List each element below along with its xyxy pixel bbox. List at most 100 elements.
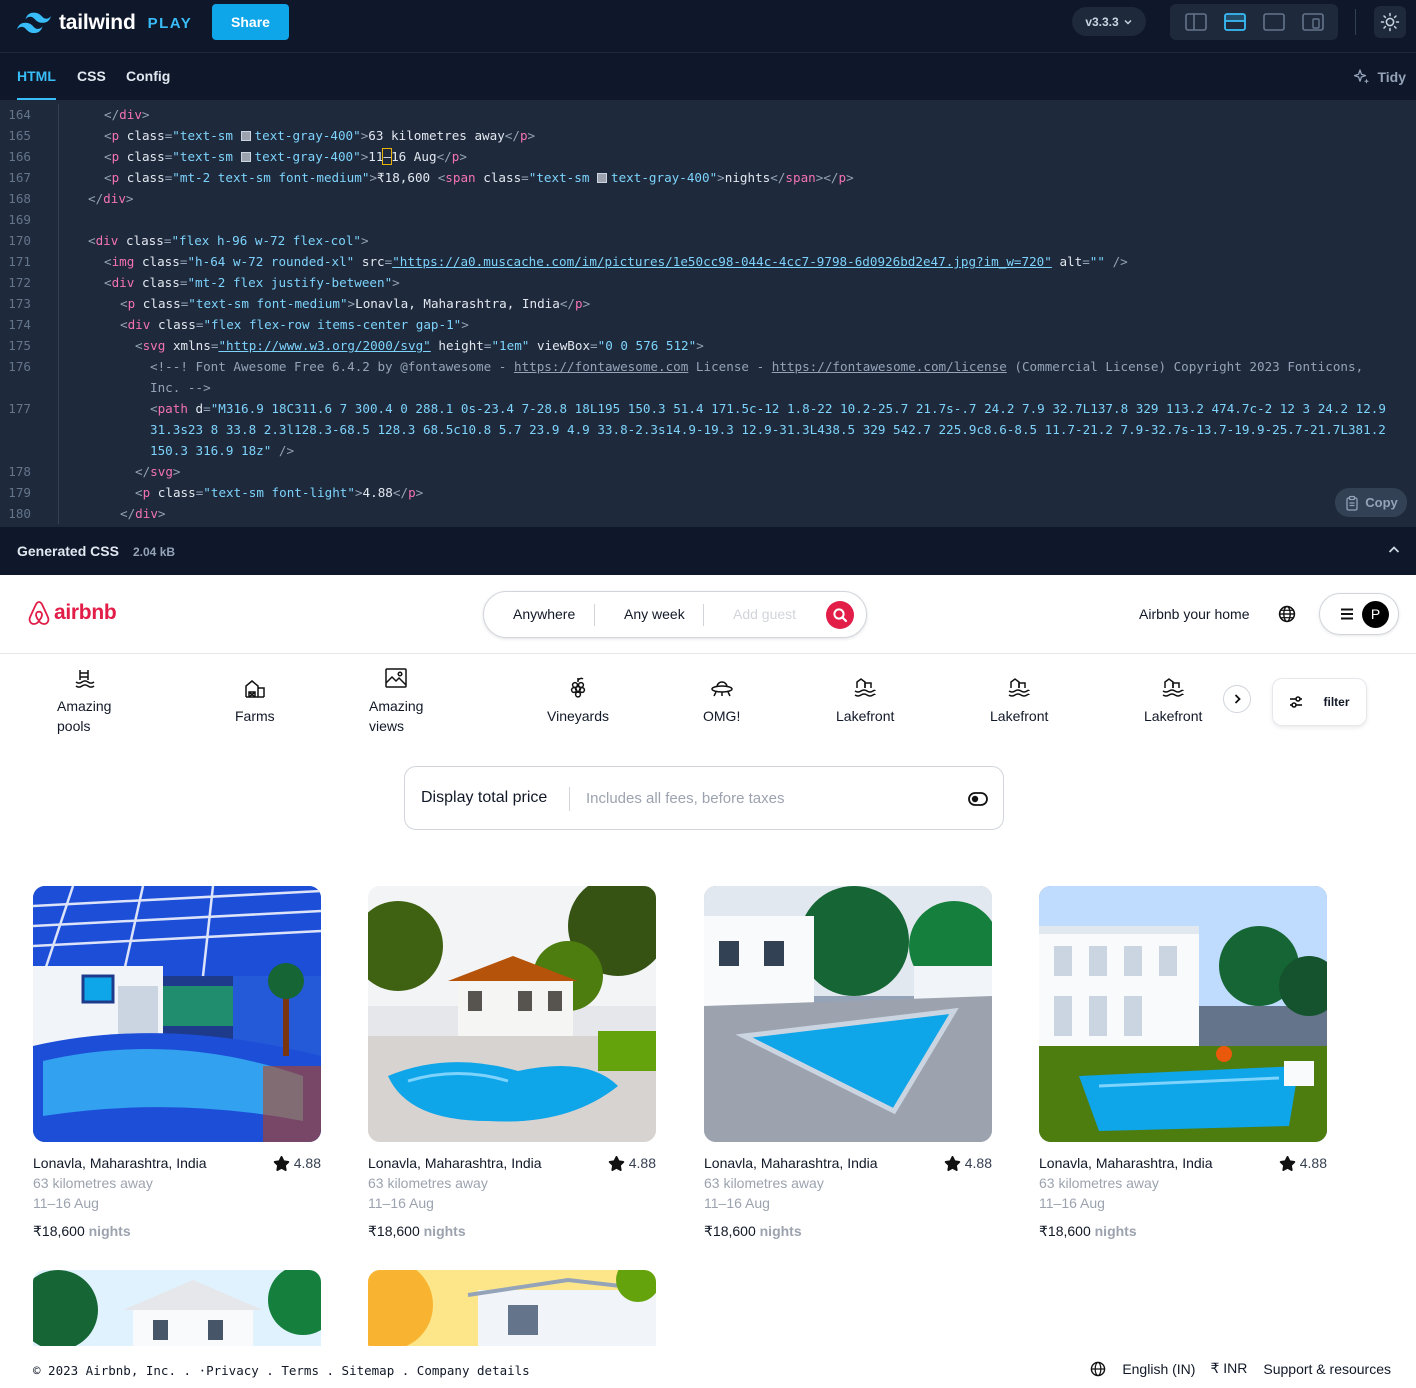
tidy-button[interactable]: Tidy (1353, 53, 1406, 100)
listing-photo[interactable] (368, 1270, 656, 1347)
toggle-off-icon[interactable] (968, 791, 988, 807)
category-lakefront[interactable]: Lakefront (836, 676, 894, 726)
user-menu-button[interactable]: P (1319, 593, 1399, 635)
listing-card[interactable]: Lonavla, Maharashtra, India 4.88 63 kilo… (1039, 886, 1327, 1241)
rating-value: 4.88 (293, 1155, 321, 1171)
category-farms[interactable]: Farms (235, 676, 275, 726)
listing-photo[interactable] (704, 886, 992, 1142)
category-label: Lakefront (836, 708, 895, 724)
line-number: 167 (8, 170, 31, 185)
line-number: 170 (8, 233, 31, 248)
airbnb-logo[interactable]: airbnb (27, 600, 117, 626)
airbnb-wordmark: airbnb (54, 601, 117, 624)
layout-vertical-button[interactable] (1184, 12, 1208, 32)
globe-icon[interactable] (1278, 605, 1296, 623)
tab-css[interactable]: CSS (77, 53, 106, 100)
search-bar[interactable]: Anywhere Any week Add guest (483, 591, 867, 638)
listing-dates: 11–16 Aug (368, 1195, 434, 1211)
search-anywhere[interactable]: Anywhere (513, 592, 575, 637)
listing-card[interactable]: Lonavla, Maharashtra, India 4.88 63 kilo… (33, 886, 321, 1241)
price-amount: ₹18,600 (1039, 1223, 1091, 1239)
code-line: 167 <p class="mt-2 text-sm font-medium">₹… (0, 167, 1416, 188)
html-code-editor[interactable]: 164 </div> 165 <p class="text-sm text-gray… (0, 101, 1416, 526)
chevron-down-icon (1124, 19, 1132, 24)
globe-icon[interactable] (1090, 1361, 1106, 1377)
language-link[interactable]: English (IN) (1122, 1361, 1195, 1377)
line-number: 177 (8, 401, 31, 416)
line-number: 172 (8, 275, 31, 290)
chevron-right-icon (1234, 694, 1241, 704)
code-line: 177 <path d="M316.9 18C311.6 7 300.4 0 28… (0, 398, 1416, 419)
generated-css-size: 2.04 kB (133, 545, 176, 559)
listing-photo[interactable] (33, 1270, 321, 1347)
total-price-title: Display total price (421, 789, 548, 806)
price-unit: nights (1094, 1223, 1137, 1239)
total-price-subtitle: Includes all fees, before taxes (586, 790, 785, 807)
listing-photo[interactable] (1039, 886, 1327, 1142)
lakefront-icon (1008, 678, 1030, 697)
listing-photo-sunlit-house (368, 1270, 656, 1347)
toolbar-divider (1355, 9, 1356, 35)
category-vineyards[interactable]: Vineyards (547, 676, 609, 726)
currency-link[interactable]: ₹ INR (1210, 1360, 1247, 1377)
price-amount: ₹18,600 (33, 1223, 85, 1239)
listing-dates: 11–16 Aug (1039, 1195, 1105, 1211)
code-line: 150.3 316.9 18z" /> (0, 440, 1416, 461)
total-price-toggle[interactable]: Display total price Includes all fees, b… (404, 766, 1004, 830)
version-label: v3.3.3 (1085, 14, 1119, 29)
code-line: 174 <div class="flex flex-row items-cente… (0, 314, 1416, 335)
layout-preview-button[interactable] (1262, 12, 1286, 32)
generated-css-bar[interactable]: Generated CSS 2.04 kB (0, 526, 1416, 575)
listing-card[interactable] (33, 1270, 321, 1347)
tailwind-play-logo[interactable]: tailwind PLAY (17, 11, 192, 35)
listing-photo[interactable] (33, 886, 321, 1142)
search-add-guest[interactable]: Add guest (733, 592, 796, 637)
line-number: 176 (8, 359, 31, 374)
filter-button[interactable]: filter (1272, 678, 1367, 726)
brand-word: tailwind (59, 11, 136, 34)
theme-toggle-button[interactable] (1374, 6, 1406, 38)
listing-location: Lonavla, Maharashtra, India (1039, 1155, 1213, 1171)
search-any-week[interactable]: Any week (624, 592, 685, 637)
support-link[interactable]: Support & resources (1263, 1361, 1391, 1377)
rating-value: 4.88 (628, 1155, 656, 1171)
category-amazing-views[interactable]: Amazing views (369, 666, 423, 736)
code-line: 180 </div> (0, 503, 1416, 524)
line-number: 175 (8, 338, 31, 353)
category-omg[interactable]: OMG! (703, 676, 740, 726)
listing-location: Lonavla, Maharashtra, India (368, 1155, 542, 1171)
category-next-button[interactable] (1223, 685, 1251, 713)
code-line: 173 <p class="text-sm font-medium">Lonavl… (0, 293, 1416, 314)
tab-config[interactable]: Config (126, 53, 170, 100)
category-label: Farms (235, 708, 275, 724)
chevron-up-icon[interactable] (1387, 543, 1401, 557)
line-number: 169 (8, 212, 31, 227)
copy-button[interactable]: Copy (1335, 488, 1407, 517)
listing-card[interactable]: Lonavla, Maharashtra, India 4.88 63 kilo… (704, 886, 992, 1241)
rating-value: 4.88 (964, 1155, 992, 1171)
layout-horizontal-button[interactable] (1223, 12, 1247, 32)
listing-distance: 63 kilometres away (368, 1175, 488, 1191)
footer-copyright-links[interactable]: © 2023 Airbnb, Inc. . ·Privacy . Terms .… (33, 1363, 530, 1378)
line-number: 168 (8, 191, 31, 206)
airbnb-your-home-link[interactable]: Airbnb your home (1139, 606, 1250, 622)
price-unit: nights (759, 1223, 802, 1239)
listing-card[interactable]: Lonavla, Maharashtra, India 4.88 63 kilo… (368, 886, 656, 1241)
category-label-2: views (369, 718, 405, 734)
layout-responsive-button[interactable] (1301, 12, 1325, 32)
listing-photo[interactable] (368, 886, 656, 1142)
category-amazing-pools[interactable]: Amazing pools (57, 666, 111, 736)
tab-html[interactable]: HTML (17, 53, 56, 100)
category-bar: Amazing pools Farms Amazing views Vineya… (0, 654, 1416, 744)
code-lines: 164 </div> 165 <p class="text-sm text-gray… (0, 104, 1416, 524)
search-submit-button[interactable] (826, 601, 854, 629)
share-button[interactable]: Share (212, 4, 289, 40)
listing-photo-mansion-pool (1039, 886, 1327, 1142)
code-line: 168 </div> (0, 188, 1416, 209)
playground-topbar: tailwind PLAY Share v3.3.3 (0, 0, 1416, 53)
listing-card[interactable] (368, 1270, 656, 1347)
category-lakefront[interactable]: Lakefront (990, 676, 1048, 726)
code-line: 179 <p class="text-sm font-light">4.88</p… (0, 482, 1416, 503)
version-select[interactable]: v3.3.3 (1072, 7, 1146, 36)
category-lakefront[interactable]: Lakefront (1144, 676, 1202, 726)
